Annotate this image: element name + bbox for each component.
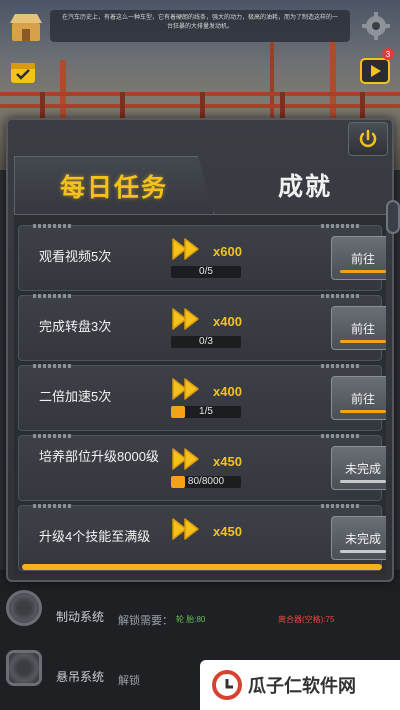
- go-button-label: 前往: [350, 251, 375, 266]
- store-icon[interactable]: [8, 10, 44, 44]
- unlock-requirement: 轮 胎:80: [176, 615, 206, 624]
- fast-forward-icon: [172, 518, 199, 540]
- notification-badge: 3: [382, 48, 394, 60]
- tab-achievements[interactable]: 成就: [220, 156, 390, 214]
- go-button[interactable]: 前往: [331, 306, 386, 350]
- decor-grip: [321, 364, 361, 368]
- list-item: 制动系统 解锁需要： 轮 胎:80 离合器(空格):75: [0, 582, 400, 642]
- go-button[interactable]: 前往: [331, 236, 386, 280]
- task-title: 培养部位升级8000级: [39, 449, 159, 464]
- progress-text: 0/5: [199, 266, 213, 277]
- task-title: 升级4个技能至满级: [39, 529, 151, 544]
- task-list[interactable]: 观看视频5次 x600 0/5 前往 完成转盘3次 x400 0/3 前往 二倍…: [14, 214, 386, 574]
- unlock-requirement-red: 离合器(空格):75: [278, 615, 335, 624]
- progress-text: 1/5: [199, 406, 213, 417]
- task-row: 培养部位升级8000级 x450 80/8000 未完成: [18, 434, 386, 501]
- reward-amount: x600: [213, 244, 242, 259]
- decor-grip: [33, 434, 73, 438]
- go-button-label: 前往: [350, 321, 375, 336]
- fast-forward-icon: [172, 448, 199, 470]
- part-name: 悬吊系统: [56, 670, 105, 684]
- reward-amount: x450: [213, 454, 242, 469]
- task-title: 观看视频5次: [39, 249, 112, 264]
- go-button[interactable]: 前往: [331, 376, 386, 420]
- incomplete-button-label: 未完成: [344, 461, 381, 476]
- button-underline: [340, 270, 386, 273]
- incomplete-button-label: 未完成: [344, 531, 381, 546]
- progress-text: 0/3: [199, 336, 213, 347]
- progress-bar: 0/3: [171, 336, 241, 348]
- decor-grip: [321, 504, 361, 508]
- button-underline: [340, 410, 386, 413]
- watermark: 瓜子仁软件网: [200, 660, 400, 710]
- task-row: 观看视频5次 x600 0/5 前往: [18, 224, 386, 291]
- decor-grip: [33, 504, 73, 508]
- incomplete-button[interactable]: 未完成: [331, 516, 386, 560]
- brake-disc-icon: [6, 590, 42, 626]
- scroll-indicator: [22, 564, 382, 570]
- tab-daily-tasks[interactable]: 每日任务: [14, 156, 214, 214]
- progress-bar: 1/5: [171, 406, 241, 418]
- close-button[interactable]: [348, 122, 388, 156]
- button-underline: [340, 550, 386, 553]
- decor-grip: [321, 294, 361, 298]
- decor-grip: [33, 294, 73, 298]
- gear-icon[interactable]: [360, 10, 392, 42]
- decor-grip: [321, 224, 361, 228]
- reward-amount: x400: [213, 384, 242, 399]
- fast-forward-icon: [172, 238, 199, 260]
- button-underline: [340, 340, 386, 343]
- reward-amount: x450: [213, 524, 242, 539]
- go-button-label: 前往: [350, 391, 375, 406]
- video-icon[interactable]: [360, 56, 390, 86]
- task-row: 升级4个技能至满级 x450 未完成: [18, 504, 386, 571]
- task-title: 完成转盘3次: [39, 319, 112, 334]
- task-row: 完成转盘3次 x400 0/3 前往: [18, 294, 386, 361]
- task-row: 二倍加速5次 x400 1/5 前往: [18, 364, 386, 431]
- watermark-text: 瓜子仁软件网: [248, 676, 356, 696]
- task-title: 二倍加速5次: [39, 389, 112, 404]
- incomplete-button[interactable]: 未完成: [331, 446, 386, 490]
- part-name: 制动系统: [56, 610, 105, 624]
- watermark-logo-icon: [212, 670, 242, 700]
- unlock-label: 解锁需要：: [118, 615, 173, 627]
- decor-grip: [33, 224, 73, 228]
- task-panel: 每日任务 成就 观看视频5次 x600 0/5 前往 完成转盘3次 x400 0…: [6, 118, 400, 582]
- fast-forward-icon: [172, 378, 199, 400]
- power-icon: [359, 129, 377, 148]
- fast-forward-icon: [172, 308, 199, 330]
- decor-grip: [321, 434, 361, 438]
- suspension-icon: [6, 650, 42, 686]
- progress-bar: 0/5: [171, 266, 241, 278]
- checkin-icon[interactable]: [8, 58, 38, 86]
- progress-text: 80/8000: [187, 476, 225, 487]
- reward-amount: x400: [213, 314, 242, 329]
- story-banner: 在汽车历史上，有着这么一种车型，它有着硬朗的线条，强大的动力，极高的油耗，而为了…: [50, 10, 350, 42]
- progress-bar: 80/8000: [171, 476, 241, 488]
- unlock-label: 解锁: [118, 675, 140, 687]
- decor-grip: [33, 364, 73, 368]
- button-underline: [340, 480, 386, 483]
